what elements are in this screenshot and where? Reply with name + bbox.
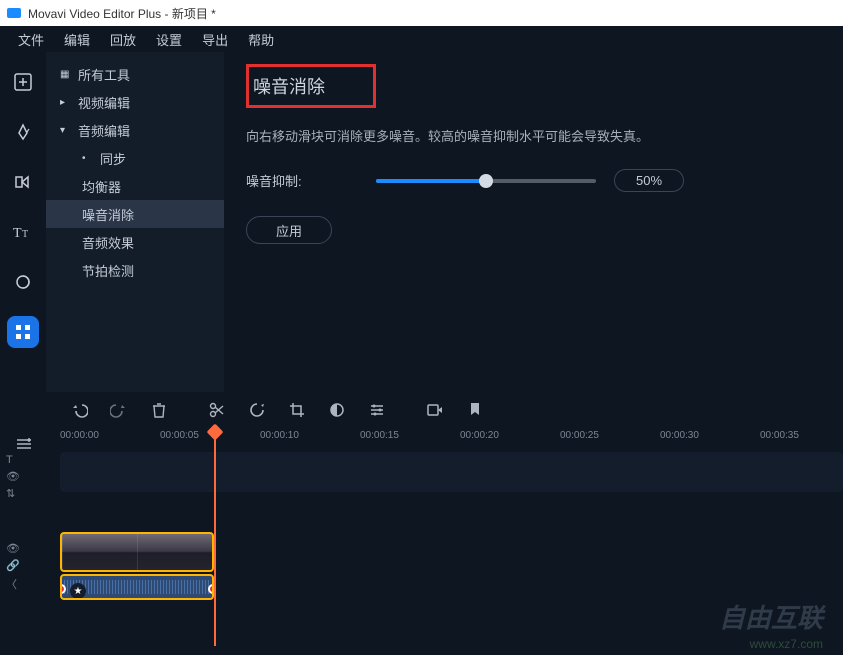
bullet-icon: • [82,153,94,164]
panel-title: 噪音消除 [246,64,376,108]
link-icon[interactable]: 🔗 [6,559,20,572]
svg-text:T: T [22,229,28,240]
menu-help[interactable]: 帮助 [238,30,284,49]
menubar: 文件 编辑 回放 设置 导出 帮助 [0,26,843,52]
undo-button[interactable] [66,397,92,423]
track-lanes: T 👁 ⇅ 👁 🔗 〈 ★ [0,452,843,498]
slider-label: 噪音抑制: [246,171,376,190]
left-toolbar: TT [0,52,46,392]
sidebar-item-label: 均衡器 [82,177,121,196]
visibility-icon[interactable]: 👁 [6,542,20,555]
sidebar-item-label: 噪音消除 [82,205,134,224]
slider-thumb[interactable] [479,174,493,188]
video-clip[interactable] [60,532,214,572]
sidebar-all-tools[interactable]: ▦ 所有工具 [46,60,224,88]
stickers-button[interactable] [7,266,39,298]
sidebar-item-label: 视频编辑 [78,93,130,112]
svg-text:T: T [13,226,22,241]
menu-edit[interactable]: 编辑 [54,30,100,49]
transitions-button[interactable] [7,166,39,198]
record-button[interactable] [422,397,448,423]
video-track-controls: 👁 🔗 〈 [6,542,20,592]
menu-playback[interactable]: 回放 [100,30,146,49]
panel-description: 向右移动滑块可消除更多噪音。较高的噪音抑制水平可能会导致失真。 [246,126,821,145]
chevron-down-icon: ▾ [60,125,72,136]
text-track-controls: T 👁 ⇅ [6,454,20,500]
sidebar-item-label: 所有工具 [78,65,130,84]
redo-button[interactable] [106,397,132,423]
split-button[interactable] [204,397,230,423]
slider-fill [376,179,486,183]
more-tools-button[interactable] [7,316,39,348]
text-track-lane[interactable] [60,452,843,492]
playhead[interactable] [214,426,216,646]
audio-clip[interactable]: ★ [60,574,214,600]
timecode: 00:00:10 [260,430,299,441]
sidebar-item-label: 音频编辑 [78,121,130,140]
collapse-icon[interactable]: 〈 [6,576,20,592]
timecode: 00:00:05 [160,430,199,441]
effect-indicator-icon[interactable]: ★ [70,583,86,599]
main-area: TT ▦ 所有工具 ▸ 视频编辑 ▾ 音频编辑 • 同步 均衡器 噪音消 [0,52,843,392]
sidebar-equalizer[interactable]: 均衡器 [46,172,224,200]
settings-panel: 噪音消除 向右移动滑块可消除更多噪音。较高的噪音抑制水平可能会导致失真。 噪音抑… [224,52,843,392]
delete-button[interactable] [146,397,172,423]
slider-value[interactable]: 50% [614,169,684,192]
rotate-button[interactable] [244,397,270,423]
sidebar-beat-detection[interactable]: 节拍检测 [46,256,224,284]
window-title: Movavi Video Editor Plus - 新项目 * [28,5,216,22]
sidebar-audio-effects[interactable]: 音频效果 [46,228,224,256]
titles-button[interactable]: TT [7,216,39,248]
noise-suppression-row: 噪音抑制: 50% [246,169,821,192]
sidebar-item-label: 音频效果 [82,233,134,252]
watermark-url: www.xz7.com [750,637,823,651]
titlebar: Movavi Video Editor Plus - 新项目 * [0,0,843,26]
menu-export[interactable]: 导出 [192,30,238,49]
sidebar-item-label: 同步 [100,149,126,168]
sidebar-sync[interactable]: • 同步 [46,144,224,172]
tool-sidebar: ▦ 所有工具 ▸ 视频编辑 ▾ 音频编辑 • 同步 均衡器 噪音消除 音频效果 … [46,52,224,392]
sidebar-video-edit[interactable]: ▸ 视频编辑 [46,88,224,116]
clip-group: ★ [60,532,214,600]
clip-properties-button[interactable] [364,397,390,423]
timeline: 00:00:00 00:00:05 00:00:10 00:00:15 00:0… [0,392,843,655]
chevron-right-icon: ▸ [60,97,72,108]
text-track-icon[interactable]: T [6,454,20,466]
timeline-ruler[interactable]: 00:00:00 00:00:05 00:00:10 00:00:15 00:0… [60,428,843,452]
grid-icon: ▦ [60,69,72,80]
timeline-toolbar [0,392,843,428]
menu-file[interactable]: 文件 [8,30,54,49]
timecode: 00:00:00 [60,430,99,441]
timecode: 00:00:30 [660,430,699,441]
color-adjust-button[interactable] [324,397,350,423]
sidebar-noise-removal[interactable]: 噪音消除 [46,200,224,228]
timecode: 00:00:20 [460,430,499,441]
filters-button[interactable] [7,116,39,148]
timecode: 00:00:15 [360,430,399,441]
menu-settings[interactable]: 设置 [146,30,192,49]
watermark: 自由互联 [719,598,823,635]
noise-suppression-slider[interactable] [376,179,596,183]
timecode: 00:00:25 [560,430,599,441]
add-media-button[interactable] [7,66,39,98]
timecode: 00:00:35 [760,430,799,441]
crop-button[interactable] [284,397,310,423]
visibility-icon[interactable]: 👁 [6,470,20,483]
link-icon[interactable]: ⇅ [6,487,20,500]
sidebar-audio-edit[interactable]: ▾ 音频编辑 [46,116,224,144]
marker-button[interactable] [462,397,488,423]
apply-button[interactable]: 应用 [246,216,332,244]
sidebar-item-label: 节拍检测 [82,261,134,280]
app-logo [6,5,22,21]
